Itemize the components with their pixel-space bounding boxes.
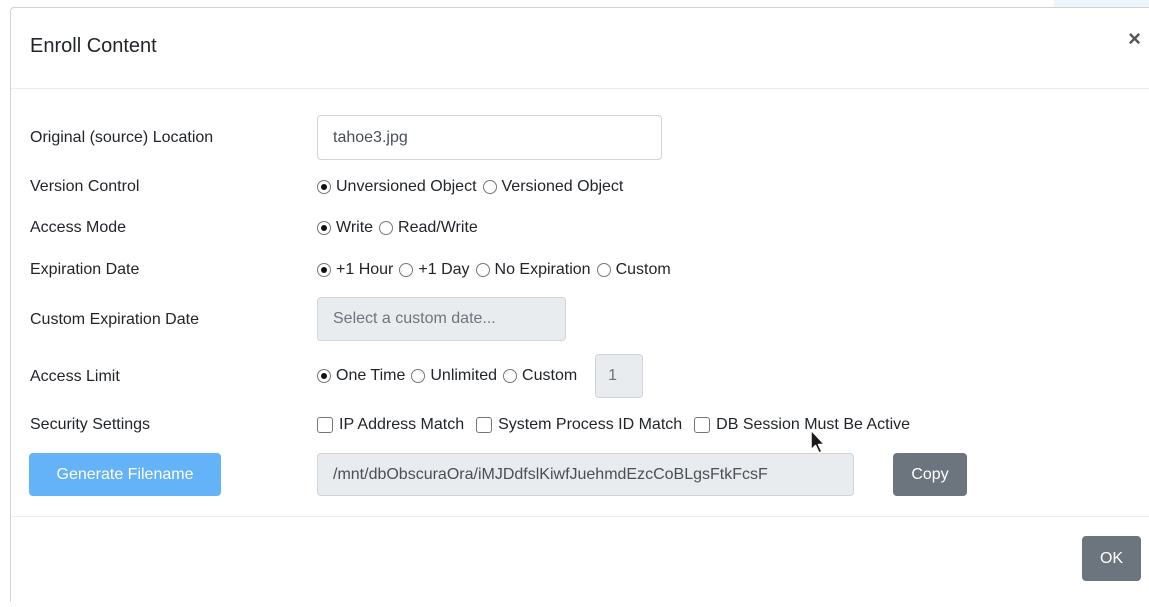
expiration-option-1-day[interactable]: +1 Day [399, 261, 470, 279]
security-option-db-session-active[interactable]: DB Session Must Be Active [694, 416, 910, 434]
ok-button[interactable]: OK [1082, 536, 1141, 581]
close-icon[interactable]: × [1128, 28, 1141, 50]
radio-icon[interactable] [411, 369, 426, 383]
custom-expiration-placeholder: Select a custom date... [333, 310, 496, 327]
source-location-input[interactable]: tahoe3.jpg [317, 115, 662, 160]
option-label: Unversioned Object [336, 178, 477, 195]
expiration-option-1-hour[interactable]: +1 Hour [317, 261, 393, 279]
access-mode-option-write[interactable]: Write [317, 219, 373, 237]
radio-icon[interactable] [503, 369, 518, 383]
access-limit-option-one-time[interactable]: One Time [317, 367, 405, 385]
access-limit-group: One Time Unlimited Custom 1 [317, 354, 644, 398]
access-mode-group: Write Read/Write [317, 219, 484, 237]
radio-icon[interactable] [399, 263, 414, 277]
generated-filename-field[interactable]: /mnt/dbObscuraOra/iMJDdfslKiwfJuehmdEzcC… [317, 453, 854, 496]
security-settings-label: Security Settings [30, 416, 151, 433]
radio-checked-icon[interactable] [317, 263, 331, 277]
copy-button[interactable]: Copy [893, 453, 967, 496]
radio-checked-icon[interactable] [317, 369, 331, 383]
expiration-date-group: +1 Hour +1 Day No Expiration Custom [317, 261, 677, 279]
access-limit-custom-input[interactable]: 1 [595, 354, 644, 398]
mouse-pointer-icon [810, 429, 826, 454]
version-control-option-versioned[interactable]: Versioned Object [482, 178, 624, 196]
option-label: +1 Day [418, 261, 470, 278]
access-limit-option-unlimited[interactable]: Unlimited [411, 367, 497, 385]
security-option-process-id-match[interactable]: System Process ID Match [476, 416, 682, 434]
option-label: IP Address Match [339, 416, 465, 433]
option-label: Custom [615, 261, 671, 278]
version-control-group: Unversioned Object Versioned Object [317, 178, 629, 196]
checkbox-icon[interactable] [694, 417, 711, 433]
version-control-option-unversioned[interactable]: Unversioned Object [317, 178, 477, 196]
radio-icon[interactable] [379, 221, 394, 235]
modal-header: Enroll Content × [11, 8, 1149, 89]
option-label: +1 Hour [336, 261, 394, 278]
checkbox-icon[interactable] [317, 417, 333, 433]
option-label: Versioned Object [501, 178, 624, 195]
option-label: Write [336, 219, 374, 236]
access-mode-option-readwrite[interactable]: Read/Write [379, 219, 478, 237]
modal-footer: OK [11, 516, 1149, 607]
source-location-value: tahoe3.jpg [333, 128, 408, 146]
radio-icon[interactable] [596, 263, 611, 277]
access-limit-custom-value: 1 [608, 367, 618, 384]
version-control-label: Version Control [30, 178, 140, 195]
option-label: No Expiration [494, 261, 591, 278]
custom-expiration-date-input[interactable]: Select a custom date... [317, 297, 566, 341]
option-label: One Time [336, 367, 406, 384]
access-limit-label: Access Limit [30, 368, 120, 385]
access-mode-label: Access Mode [30, 219, 127, 236]
radio-icon[interactable] [482, 180, 497, 194]
generated-filename-value: /mnt/dbObscuraOra/iMJDdfslKiwfJuehmdEzcC… [333, 465, 768, 483]
checkbox-icon[interactable] [476, 417, 493, 433]
radio-icon[interactable] [475, 263, 490, 277]
option-label: Custom [522, 367, 578, 384]
option-label: Unlimited [430, 367, 498, 384]
option-label: Read/Write [398, 219, 478, 236]
security-option-ip-address-match[interactable]: IP Address Match [317, 416, 464, 434]
modal-title: Enroll Content [30, 35, 157, 57]
custom-expiration-label: Custom Expiration Date [30, 311, 199, 328]
expiration-date-label: Expiration Date [30, 261, 140, 278]
access-limit-option-custom[interactable]: Custom [503, 367, 577, 385]
radio-checked-icon[interactable] [317, 221, 331, 235]
expiration-option-custom[interactable]: Custom [596, 261, 671, 279]
expiration-option-no-expiration[interactable]: No Expiration [475, 261, 591, 279]
option-label: System Process ID Match [498, 416, 683, 433]
source-location-label: Original (source) Location [30, 129, 214, 146]
radio-checked-icon[interactable] [317, 180, 331, 194]
generate-filename-button[interactable]: Generate Filename [29, 453, 221, 496]
enroll-content-modal: Enroll Content × Original (source) Locat… [10, 7, 1149, 602]
